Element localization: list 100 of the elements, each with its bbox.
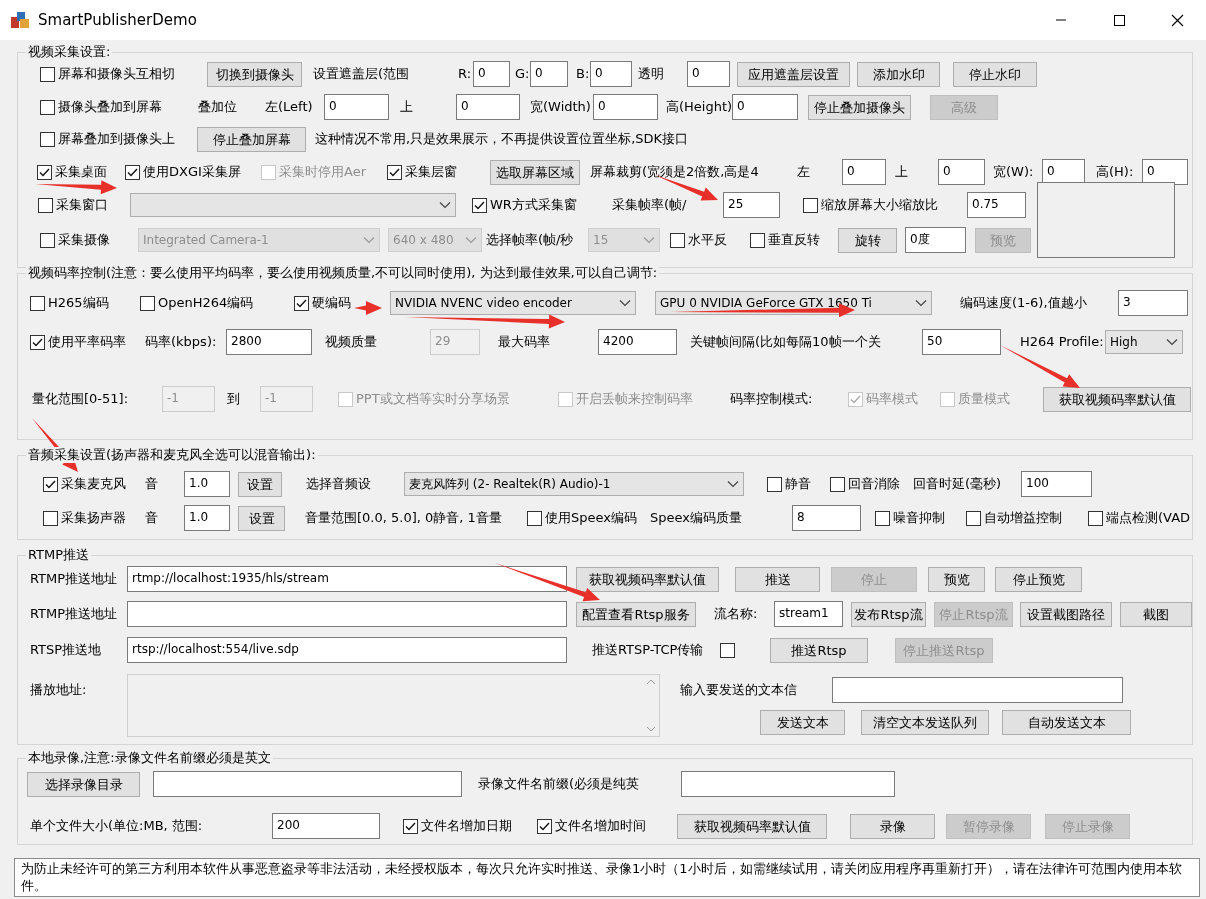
text-field[interactable] (127, 601, 567, 627)
push-button[interactable]: 切换到摄像头 (207, 61, 302, 87)
text-field[interactable]: 0 (1142, 159, 1188, 185)
text-field[interactable]: 1.0 (184, 471, 230, 497)
text-field[interactable]: rtsp://localhost:554/live.sdp (127, 637, 567, 663)
push-button[interactable]: 推送Rtsp (770, 637, 868, 663)
push-button[interactable]: 录像 (850, 813, 935, 839)
text-field[interactable]: 3 (1118, 290, 1188, 316)
text-field[interactable]: 100 (1021, 471, 1092, 497)
close-icon (1170, 13, 1184, 27)
checkbox[interactable]: 水平反 (670, 232, 750, 248)
label: 这种情况不常用,只是效果展示，不再提供设置位置坐标,SDK接口 (315, 131, 689, 147)
checkbox[interactable]: 自动增益控制 (966, 510, 1088, 526)
text-field[interactable]: 0 (593, 94, 658, 120)
push-button[interactable]: 停止叠加屏幕 (197, 126, 306, 152)
checkbox[interactable]: 采集扬声器 (43, 510, 145, 526)
push-button[interactable]: 选取屏幕区域 (490, 159, 580, 185)
text-field[interactable]: 0 (732, 94, 798, 120)
checkbox[interactable]: 屏幕和摄像头互相切 (40, 66, 207, 82)
group-title: 视频码率控制(注意：要么使用平均码率，要么使用视频质量,不可以同时使用), 为达到最佳效果,可以自己调节: (26, 265, 660, 281)
text-field[interactable]: 0 (1042, 159, 1085, 185)
dropdown[interactable]: NVIDIA NVENC video encoder (390, 291, 636, 315)
checkbox[interactable]: 采集层窗 (387, 164, 490, 180)
checkbox[interactable]: 摄像头叠加到屏幕 (40, 99, 198, 115)
checkbox[interactable]: 硬编码 (294, 295, 390, 311)
label: B: (576, 66, 590, 82)
label: 最大码率 (498, 334, 551, 350)
push-button[interactable]: 获取视频码率默认值 (1043, 386, 1191, 412)
push-button[interactable]: 设置 (238, 505, 285, 531)
text-field[interactable]: 1.0 (184, 505, 230, 531)
push-button[interactable]: 发布Rtsp流 (851, 601, 926, 627)
checkbox[interactable]: 屏幕叠加到摄像头上 (40, 131, 197, 147)
push-button[interactable]: 配置查看Rtsp服务 (576, 601, 696, 627)
dropdown[interactable]: 麦克风阵列 (2- Realtek(R) Audio)-1 (404, 472, 744, 496)
push-button[interactable]: 选择录像目录 (27, 771, 140, 797)
text-field[interactable]: 50 (922, 329, 1001, 355)
label: 采集帧率(帧/ (612, 197, 688, 213)
push-button[interactable]: 截图 (1120, 601, 1192, 627)
text-field[interactable]: 0 (324, 94, 389, 120)
push-button[interactable]: 设置 (238, 471, 282, 497)
push-button[interactable]: 推送 (735, 566, 820, 592)
checkbox[interactable]: 采集窗口 (38, 197, 130, 213)
checkbox[interactable]: 采集麦克风 (43, 476, 145, 492)
text-field[interactable]: 0 (456, 94, 520, 120)
push-button[interactable]: 清空文本发送队列 (861, 709, 989, 735)
text-field[interactable]: 0 (473, 61, 510, 87)
checkbox[interactable]: 端点检测(VAD (1088, 510, 1191, 526)
text-field[interactable]: 200 (272, 813, 380, 839)
push-button[interactable]: 旋转 (838, 227, 897, 253)
checkbox[interactable]: 使用平率码率 (30, 334, 145, 350)
text-field[interactable]: 0 (590, 61, 632, 87)
checkbox[interactable]: 静音 (767, 476, 830, 492)
text-field[interactable]: 0 (687, 61, 730, 87)
text-field[interactable]: rtmp://localhost:1935/hls/stream (127, 566, 567, 592)
text-field[interactable]: 2800 (226, 329, 312, 355)
caret-icon (915, 299, 927, 307)
checkbox[interactable]: 文件名增加日期 (403, 818, 537, 834)
label: 宽(W): (993, 164, 1035, 180)
text-field[interactable]: 0 (530, 61, 568, 87)
text-field[interactable]: 4200 (598, 329, 677, 355)
text-field[interactable]: 25 (723, 192, 780, 218)
checkbox[interactable]: 采集桌面 (37, 164, 125, 180)
push-button[interactable]: 停止叠加摄像头 (808, 94, 911, 120)
text-field[interactable]: 0 (938, 159, 985, 185)
checkbox[interactable]: 使用DXGI采集屏 (125, 164, 261, 180)
push-button[interactable]: 停止水印 (953, 61, 1037, 87)
app-icon (10, 11, 30, 29)
push-button[interactable]: 发送文本 (760, 709, 845, 735)
push-button[interactable]: 预览 (928, 566, 985, 592)
label: 音量范围[0.0, 5.0], 0静音, 1音量 (305, 510, 503, 526)
checkbox[interactable]: 使用Speex编码 (527, 510, 650, 526)
label: RTSP推送地 (30, 642, 103, 658)
text-field[interactable]: 0.75 (967, 192, 1026, 218)
checkbox[interactable]: 垂直反转 (750, 232, 838, 248)
label: Speex编码质量 (650, 510, 743, 526)
push-button[interactable]: 应用遮盖层设置 (737, 61, 850, 87)
push-button[interactable]: 设置截图路径 (1020, 601, 1112, 627)
checkbox[interactable]: 缩放屏幕大小缩放比 (803, 197, 967, 213)
dropdown[interactable]: High (1105, 330, 1183, 354)
checkbox[interactable]: H265编码 (30, 295, 140, 311)
checkbox[interactable]: OpenH264编码 (140, 295, 294, 311)
checkbox[interactable]: WR方式采集窗 (472, 197, 612, 213)
text-field[interactable] (681, 771, 895, 797)
checkbox[interactable]: 回音消除 (830, 476, 913, 492)
text-field[interactable] (153, 771, 462, 797)
push-button[interactable]: 获取视频码率默认值 (576, 566, 719, 592)
push-button[interactable]: 自动发送文本 (1002, 709, 1131, 735)
text-field[interactable]: 0度 (905, 227, 966, 253)
checkbox[interactable]: 采集摄像 (40, 232, 138, 248)
text-field[interactable]: stream1 (774, 601, 843, 627)
push-button[interactable]: 获取视频码率默认值 (677, 813, 827, 839)
text-field[interactable] (832, 677, 1123, 703)
push-button[interactable]: 停止预览 (995, 566, 1082, 592)
checkbox[interactable]: 噪音抑制 (875, 510, 966, 526)
push-button[interactable]: 添加水印 (857, 61, 940, 87)
text-field[interactable]: 0 (842, 159, 886, 185)
text-field[interactable]: 8 (792, 505, 861, 531)
label: 流名称: (714, 606, 759, 622)
checkbox[interactable]: 文件名增加时间 (537, 818, 677, 834)
group-title: 视频采集设置: (26, 44, 113, 60)
